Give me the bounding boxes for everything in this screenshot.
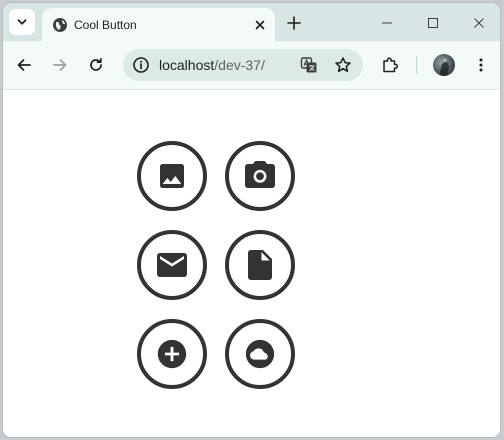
tab-close-button[interactable] — [251, 16, 269, 34]
star-icon — [335, 57, 351, 73]
back-button[interactable] — [12, 53, 36, 77]
url-path: /dev-37/ — [214, 57, 265, 73]
minimize-button[interactable] — [364, 9, 410, 37]
maximize-icon — [428, 18, 438, 28]
site-info-button[interactable] — [130, 54, 152, 76]
arrow-left-icon — [17, 59, 31, 71]
forward-button[interactable] — [48, 53, 72, 77]
camera-icon — [245, 161, 275, 188]
profile-avatar[interactable] — [433, 54, 455, 76]
document-icon — [248, 250, 272, 280]
browser-toolbar: localhost/dev-37/ — [3, 41, 500, 90]
puzzle-icon — [383, 57, 399, 73]
bookmark-button[interactable] — [332, 54, 354, 76]
tab-title: Cool Button — [74, 18, 137, 32]
close-window-icon — [474, 18, 484, 28]
image-icon — [160, 164, 184, 188]
maximize-button[interactable] — [410, 9, 456, 37]
mail-icon — [157, 253, 187, 277]
translate-icon — [300, 57, 317, 73]
address-bar[interactable]: localhost/dev-37/ — [123, 49, 363, 81]
toolbar-separator — [416, 56, 417, 74]
globe-icon — [53, 18, 67, 32]
mail-button[interactable] — [137, 230, 207, 300]
close-icon — [255, 20, 265, 30]
tab-search-button[interactable] — [9, 9, 35, 35]
extensions-button[interactable] — [378, 53, 402, 77]
browser-window: Cool Button localhost/dev-37/ — [3, 3, 500, 437]
add-button[interactable] — [137, 319, 207, 389]
new-tab-button[interactable] — [283, 12, 305, 34]
info-icon — [133, 57, 149, 73]
avatar-image — [439, 58, 449, 76]
cloud-button[interactable] — [225, 319, 295, 389]
close-window-button[interactable] — [456, 9, 500, 37]
minimize-icon — [382, 22, 392, 24]
tab-strip: Cool Button — [3, 3, 500, 41]
add-circle-icon — [157, 339, 187, 369]
reload-icon — [90, 57, 102, 71]
menu-button[interactable] — [469, 53, 493, 77]
more-vertical-icon — [479, 58, 483, 72]
reload-button[interactable] — [84, 53, 108, 77]
url-host: localhost — [159, 57, 215, 73]
plus-icon — [287, 16, 301, 30]
url-text[interactable]: localhost/dev-37/ — [159, 57, 265, 73]
page-content — [3, 90, 500, 437]
translate-button[interactable] — [298, 54, 320, 76]
arrow-right-icon — [53, 59, 67, 71]
image-button[interactable] — [137, 141, 207, 211]
document-button[interactable] — [225, 230, 295, 300]
chevron-down-icon — [17, 19, 27, 25]
camera-button[interactable] — [225, 141, 295, 211]
tab-active[interactable]: Cool Button — [42, 8, 275, 41]
cloud-icon — [245, 339, 275, 369]
